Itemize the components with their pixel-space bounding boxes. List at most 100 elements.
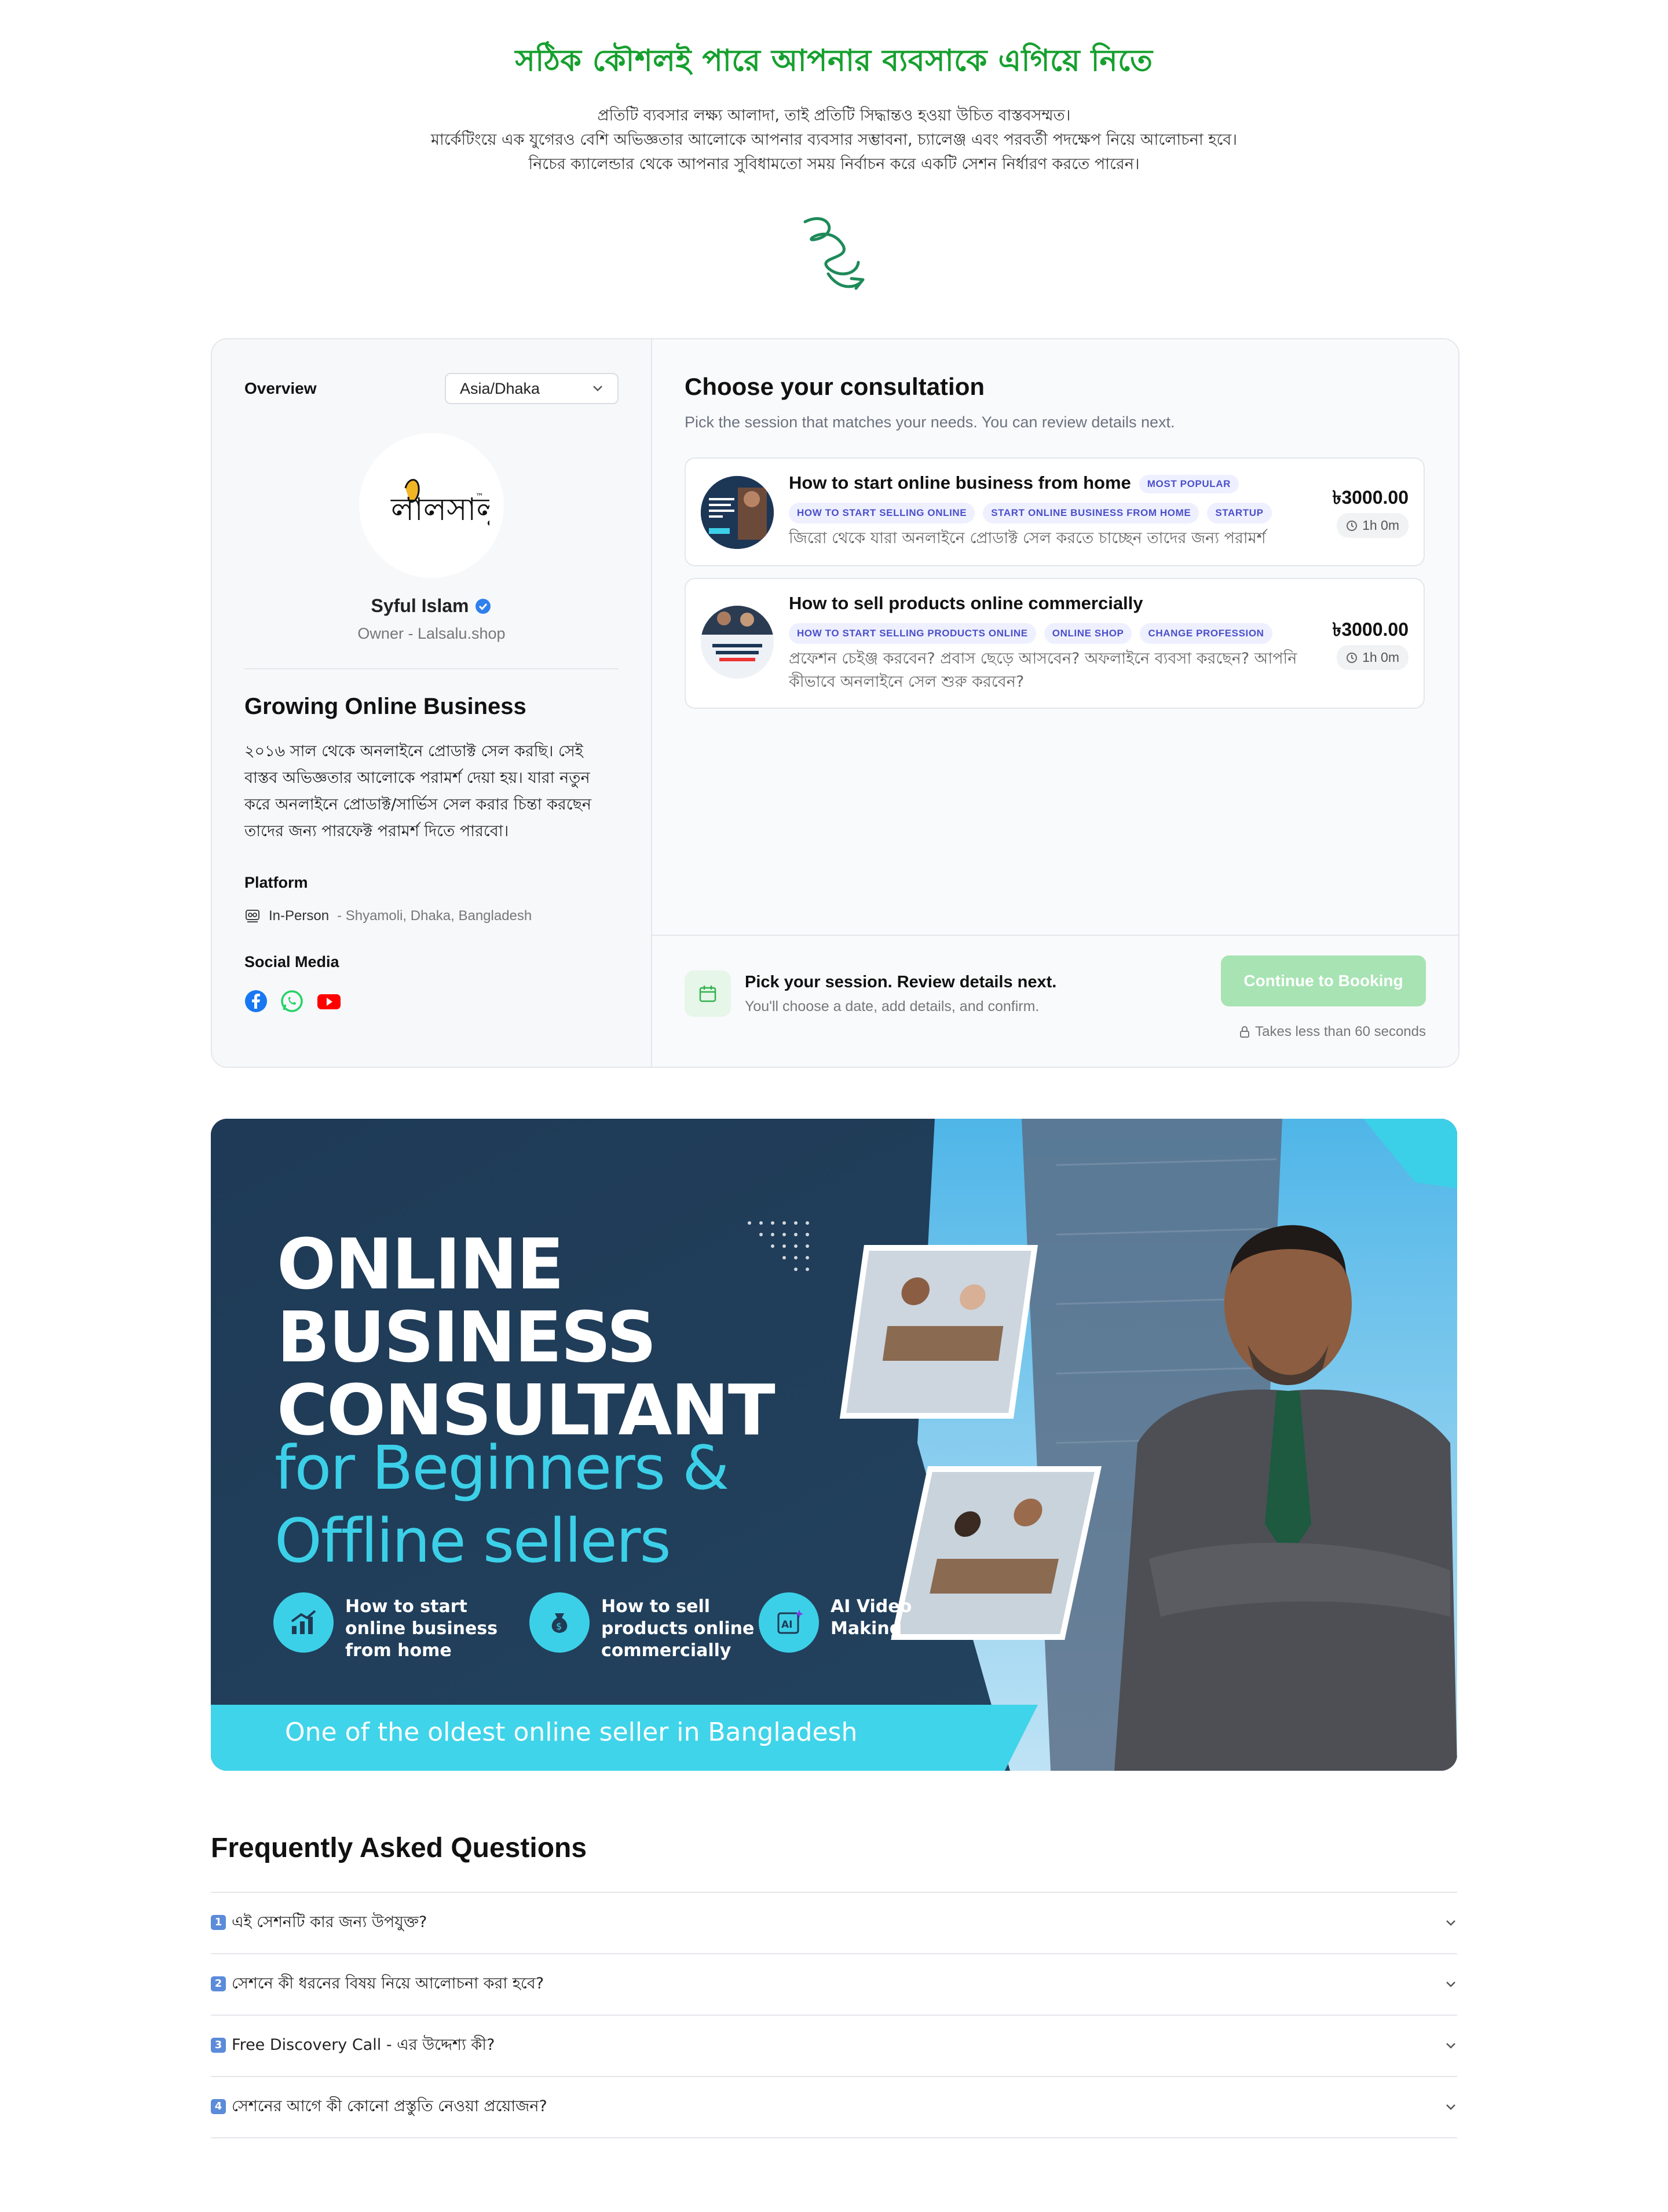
- service-tag: STARTUP: [1207, 503, 1272, 523]
- consultation-subtitle: Pick the session that matches your needs…: [685, 413, 1175, 431]
- clock-icon: [1347, 520, 1358, 531]
- service-description: প্রফেশন চেইঞ্জ করবেন? প্রবাস ছেড়ে আসবেন…: [789, 650, 1297, 691]
- growth-chart-icon: [273, 1592, 334, 1653]
- platform-type: In-Person: [269, 908, 330, 924]
- chevron-down-icon: [1446, 1920, 1455, 1926]
- timezone-value: Asia/Dhaka: [460, 379, 540, 397]
- banner-headline-line: BUSINESS: [277, 1298, 657, 1378]
- about-title: Growing Online Business: [244, 694, 526, 719]
- faq-question: সেশনে কী ধরনের বিষয় নিয়ে আলোচনা করা হব…: [232, 1974, 544, 1993]
- number-badge: 1: [211, 1915, 226, 1930]
- hero-line: প্রতিটি ব্যবসার লক্ষ্য আলাদা, তাই প্রতিট…: [597, 107, 1071, 124]
- booking-footer: Pick your session. Review details next. …: [652, 935, 1458, 1067]
- duration-value: 1h 0m: [1362, 650, 1399, 665]
- brand-logo: লালসালু ™: [390, 479, 489, 529]
- divider: [244, 668, 619, 669]
- banner-feature: AI AI Video Making: [759, 1592, 912, 1653]
- ai-icon: AI: [759, 1592, 819, 1653]
- service-thumbnail: [701, 476, 774, 549]
- youtube-icon[interactable]: [316, 990, 342, 1016]
- chevron-down-icon: [1446, 2043, 1455, 2049]
- platform-row: In-Person - Shyamoli, Dhaka, Bangladesh: [244, 908, 619, 924]
- verified-icon: [475, 598, 491, 614]
- service-duration: 1h 0m: [1337, 645, 1409, 670]
- banner-headline-line: ONLINE: [277, 1225, 564, 1305]
- service-thumbnail: [701, 606, 774, 679]
- owner-name: Syful Islam: [371, 595, 469, 616]
- service-duration: 1h 0m: [1337, 513, 1409, 538]
- banner-headline: ONLINE BUSINESS CONSULTANT: [277, 1225, 776, 1448]
- number-badge: 4: [211, 2099, 226, 2114]
- svg-text:$: $: [556, 1621, 562, 1632]
- service-tag: CHANGE PROFESSION: [1140, 623, 1272, 644]
- chevron-down-icon: [593, 386, 602, 391]
- logo-text: লালসালু: [390, 491, 489, 529]
- banner-feature-text: How to start online business from home: [345, 1596, 498, 1661]
- banner-subline: for Beginners & Offline sellers: [275, 1431, 729, 1577]
- platform-label: Platform: [244, 874, 308, 891]
- banner-subline-line: for Beginners &: [275, 1433, 729, 1503]
- social-links: [244, 990, 619, 1016]
- continue-to-booking-button[interactable]: Continue to Booking: [1221, 955, 1426, 1006]
- promo-banner: ONLINE BUSINESS CONSULTANT for Beginners…: [211, 1119, 1457, 1771]
- faq-question: এই সেশনটি কার জন্য উপযুক্ত?: [232, 1913, 427, 1931]
- svg-text:™: ™: [475, 492, 484, 501]
- hero-title: সঠিক কৌশলই পারে আপনার ব্যবসাকে এগিয়ে নি…: [515, 43, 1153, 78]
- whatsapp-icon[interactable]: [280, 990, 303, 1016]
- most-popular-badge: MOST POPULAR: [1139, 474, 1239, 493]
- money-bag-icon: $: [529, 1592, 590, 1653]
- faq-item[interactable]: 4 সেশনের আগে কী কোনো প্রস্তুতি নেওয়া প্র…: [211, 2077, 1457, 2138]
- banner-strip-text: One of the oldest online seller in Bangl…: [285, 1717, 858, 1747]
- chevron-down-icon: [1446, 2104, 1455, 2110]
- faq-item[interactable]: 1 এই সেশনটি কার জন্য উপযুক্ত?: [211, 1893, 1457, 1954]
- curly-arrow-icon: [803, 217, 865, 290]
- hero-line: মার্কেটিংয়ে এক যুগেরও বেশি অভিজ্ঞতার আল…: [431, 131, 1237, 149]
- page: সঠিক কৌশলই পারে আপনার ব্যবসাকে এগিয়ে নি…: [0, 0, 1668, 2212]
- hero-description: প্রতিটি ব্যবসার লক্ষ্য আলাদা, তাই প্রতিট…: [0, 104, 1668, 177]
- owner-role: Owner - Lalsalu.shop: [357, 625, 506, 642]
- time-note: Takes less than 60 seconds: [1239, 1024, 1426, 1040]
- consultation-panel: Choose your consultation Pick the sessio…: [652, 339, 1458, 1067]
- clock-icon: [1347, 652, 1358, 663]
- lock-icon: [1240, 1026, 1250, 1038]
- banner-subline-line: Offline sellers: [275, 1506, 671, 1576]
- chevron-down-icon: [1446, 1982, 1455, 1987]
- service-tag: HOW TO START SELLING ONLINE: [789, 503, 975, 523]
- service-card[interactable]: How to start online business from home MO…: [685, 457, 1425, 566]
- consultation-title: Choose your consultation: [685, 373, 985, 400]
- calendar-icon: [685, 971, 731, 1017]
- service-title: How to start online business from home: [789, 473, 1131, 493]
- number-badge: 2: [211, 1976, 226, 1991]
- meeting-icon: [246, 910, 259, 922]
- about-text: ২০১৬ সাল থেকে অনলাইনে প্রোডাক্ট সেল করছি…: [244, 742, 592, 840]
- service-description: জিরো থেকে যারা অনলাইনে প্রোডাক্ট সেল করত…: [789, 529, 1266, 547]
- banner-feature-text: How to sell products online commercially: [601, 1596, 755, 1661]
- footer-title: Pick your session. Review details next.: [745, 973, 1057, 991]
- faq-list: 1 এই সেশনটি কার জন্য উপযুক্ত? 2 সেশনে কী ধ…: [211, 1892, 1457, 2138]
- banner-feature: $ How to sell products online commercial…: [529, 1592, 754, 1662]
- faq-section: Frequently Asked Questions 1 এই সেশনটি কা…: [211, 1832, 1457, 2138]
- service-card[interactable]: How to sell products online commercially…: [685, 578, 1425, 709]
- hero: সঠিক কৌশলই পারে আপনার ব্যবসাকে এগিয়ে নি…: [0, 0, 1668, 297]
- overview-panel: Overview Asia/Dhaka লালসালু ™ Syful Isla…: [212, 339, 652, 1067]
- service-title: How to sell products online commercially: [789, 593, 1143, 613]
- svg-text:AI: AI: [781, 1619, 792, 1631]
- booking-card: Overview Asia/Dhaka লালসালু ™ Syful Isla…: [211, 338, 1460, 1068]
- timezone-select[interactable]: Asia/Dhaka: [445, 373, 619, 404]
- faq-title: Frequently Asked Questions: [211, 1833, 587, 1863]
- faq-item[interactable]: 2 সেশনে কী ধরনের বিষয় নিয়ে আলোচনা করা হ…: [211, 1954, 1457, 2016]
- hero-line: নিচের ক্যালেন্ডার থেকে আপনার সুবিধামতো স…: [528, 155, 1140, 173]
- social-label: Social Media: [244, 953, 339, 971]
- avatar: লালসালু ™: [359, 433, 504, 578]
- number-badge: 3: [211, 2038, 226, 2053]
- duration-value: 1h 0m: [1362, 518, 1399, 533]
- service-price: ৳3000.00: [1332, 619, 1409, 640]
- faq-item[interactable]: 3 Free Discovery Call - এর উদ্দেশ্য কী?: [211, 2016, 1457, 2077]
- faq-question: সেশনের আগে কী কোনো প্রস্তুতি নেওয়া প্রয…: [232, 2097, 547, 2115]
- service-tag: ONLINE SHOP: [1044, 623, 1132, 644]
- service-tag: START ONLINE BUSINESS FROM HOME: [983, 503, 1199, 523]
- service-tag: HOW TO START SELLING PRODUCTS ONLINE: [789, 623, 1036, 644]
- facebook-icon[interactable]: [244, 990, 268, 1016]
- platform-location: - Shyamoli, Dhaka, Bangladesh: [337, 908, 532, 924]
- time-note-text: Takes less than 60 seconds: [1255, 1024, 1426, 1039]
